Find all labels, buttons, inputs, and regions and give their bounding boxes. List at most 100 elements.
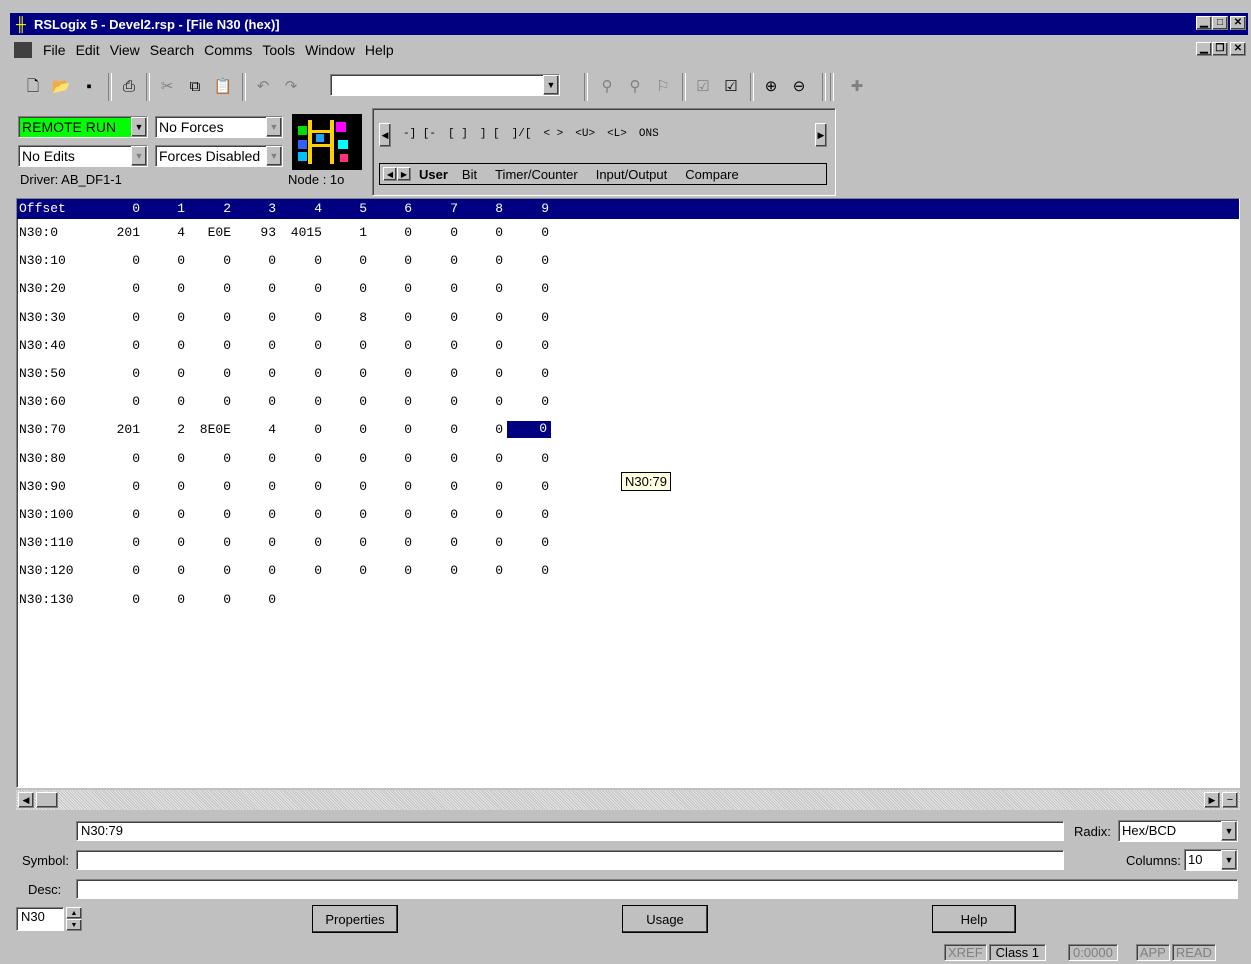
table-cell[interactable]: 0 xyxy=(418,394,458,409)
table-cell[interactable]: 0 xyxy=(418,310,458,325)
edits-combo[interactable]: No Edits ▼ xyxy=(18,145,148,167)
chevron-down-icon[interactable]: ▼ xyxy=(1221,821,1237,841)
table-cell[interactable]: 0 xyxy=(372,225,412,240)
table-cell[interactable]: 0 xyxy=(372,535,412,550)
table-cell[interactable]: 1 xyxy=(327,225,367,240)
table-cell[interactable]: 0 xyxy=(509,338,549,353)
table-cell[interactable]: 0 xyxy=(145,281,185,296)
table-cell[interactable]: 0 xyxy=(418,225,458,240)
table-cell[interactable]: 0 xyxy=(418,253,458,268)
table-cell[interactable]: 0 xyxy=(372,422,412,437)
table-cell[interactable]: 0 xyxy=(236,310,276,325)
table-cell[interactable]: 0 xyxy=(145,535,185,550)
table-cell[interactable]: 0 xyxy=(463,310,503,325)
menu-search[interactable]: Search xyxy=(145,42,199,58)
table-cell[interactable]: 2 xyxy=(145,422,185,437)
table-cell[interactable]: 0 xyxy=(100,281,140,296)
table-cell[interactable]: 0 xyxy=(100,253,140,268)
tab-next-icon[interactable]: ▶ xyxy=(397,167,411,181)
table-cell[interactable]: 0 xyxy=(236,366,276,381)
table-cell[interactable]: 0 xyxy=(509,563,549,578)
verify-project-icon[interactable]: ☑ xyxy=(720,76,742,98)
table-cell[interactable]: 0 xyxy=(236,563,276,578)
table-cell[interactable]: 0 xyxy=(282,338,322,353)
table-cell[interactable]: 0 xyxy=(418,366,458,381)
menu-help[interactable]: Help xyxy=(360,42,399,58)
table-cell[interactable]: 0 xyxy=(418,338,458,353)
table-cell[interactable]: 0 xyxy=(509,394,549,409)
scroll-right-arrow-icon[interactable]: ▶ xyxy=(1204,792,1220,808)
coil-instruction[interactable]: < > xyxy=(543,128,563,140)
tab-bit[interactable]: Bit xyxy=(462,167,477,182)
xic-instruction[interactable]: -] [- xyxy=(403,128,436,140)
menu-comms[interactable]: Comms xyxy=(199,42,257,58)
table-cell[interactable]: 8E0E xyxy=(191,422,231,437)
menu-tools[interactable]: Tools xyxy=(257,42,300,58)
table-cell[interactable]: 0 xyxy=(191,338,231,353)
table-cell[interactable]: 0 xyxy=(372,507,412,522)
table-cell[interactable]: 0 xyxy=(191,535,231,550)
table-cell[interactable]: 0 xyxy=(463,394,503,409)
ote-instruction[interactable]: [ ] xyxy=(448,128,468,140)
table-cell[interactable]: 0 xyxy=(100,338,140,353)
table-cell[interactable]: 0 xyxy=(418,281,458,296)
table-cell[interactable]: 0 xyxy=(463,507,503,522)
toolbar-search-combo[interactable]: ▼ xyxy=(330,74,560,96)
table-cell[interactable]: 0 xyxy=(463,422,503,437)
table-cell[interactable]: 0 xyxy=(236,394,276,409)
table-cell[interactable]: 0 xyxy=(509,281,549,296)
table-cell[interactable]: 0 xyxy=(100,394,140,409)
table-cell[interactable]: 0 xyxy=(100,535,140,550)
table-cell[interactable]: 0 xyxy=(100,451,140,466)
table-cell[interactable]: 0 xyxy=(463,253,503,268)
table-cell[interactable]: 0 xyxy=(418,451,458,466)
xic-contact-instruction[interactable]: ] [ xyxy=(480,128,500,140)
table-cell[interactable]: 0 xyxy=(463,451,503,466)
table-cell[interactable]: 0 xyxy=(327,479,367,494)
otl-instruction[interactable]: <L> xyxy=(607,128,627,140)
table-cell[interactable]: 0 xyxy=(418,422,458,437)
table-cell[interactable]: 0 xyxy=(509,535,549,550)
doc-close-button[interactable]: ✕ xyxy=(1230,42,1246,56)
table-cell[interactable]: 0 xyxy=(100,563,140,578)
table-cell[interactable]: 0 xyxy=(191,563,231,578)
table-cell[interactable]: 0 xyxy=(327,394,367,409)
close-button[interactable]: ✕ xyxy=(1230,16,1246,30)
table-cell[interactable]: 0 xyxy=(372,253,412,268)
table-cell[interactable]: 4015 xyxy=(282,225,322,240)
table-cell[interactable]: 0 xyxy=(236,338,276,353)
tab-prev-icon[interactable]: ◀ xyxy=(383,167,397,181)
scroll-left-icon[interactable]: ◀ xyxy=(379,123,391,147)
description-field[interactable] xyxy=(76,879,1238,899)
table-cell[interactable]: 0 xyxy=(236,507,276,522)
address-field[interactable]: N30:79 xyxy=(76,821,1064,841)
forces-enabled-combo[interactable]: Forces Disabled ▼ xyxy=(155,145,283,167)
table-cell[interactable]: 0 xyxy=(463,535,503,550)
table-cell[interactable]: 0 xyxy=(145,479,185,494)
doc-restore-button[interactable]: ❐ xyxy=(1212,42,1228,56)
table-cell[interactable]: 0 xyxy=(372,563,412,578)
table-cell[interactable]: 0 xyxy=(418,535,458,550)
table-cell[interactable]: 0 xyxy=(372,338,412,353)
table-cell[interactable]: 0 xyxy=(282,422,322,437)
columns-select[interactable]: 10 ▼ xyxy=(1184,849,1238,871)
table-cell[interactable]: 0 xyxy=(236,592,276,607)
table-cell[interactable]: E0E xyxy=(191,225,231,240)
table-cell[interactable]: 0 xyxy=(327,507,367,522)
spin-down-icon[interactable]: ▼ xyxy=(66,919,82,931)
table-cell[interactable]: 0 xyxy=(418,507,458,522)
chevron-down-icon[interactable]: ▼ xyxy=(1221,850,1237,870)
table-cell[interactable]: 0 xyxy=(372,479,412,494)
table-cell[interactable]: 93 xyxy=(236,225,276,240)
table-cell[interactable]: 0 xyxy=(191,281,231,296)
table-cell[interactable]: 0 xyxy=(191,253,231,268)
doc-minimize-button[interactable]: ▁ xyxy=(1196,42,1212,56)
table-cell[interactable]: 0 xyxy=(327,366,367,381)
table-cell[interactable]: 0 xyxy=(509,479,549,494)
menu-file[interactable]: File xyxy=(38,42,71,58)
table-cell[interactable]: 0 xyxy=(327,338,367,353)
table-cell[interactable]: 0 xyxy=(236,479,276,494)
table-cell[interactable]: 0 xyxy=(145,310,185,325)
table-cell[interactable]: 0 xyxy=(282,281,322,296)
table-cell[interactable]: 0 xyxy=(191,394,231,409)
